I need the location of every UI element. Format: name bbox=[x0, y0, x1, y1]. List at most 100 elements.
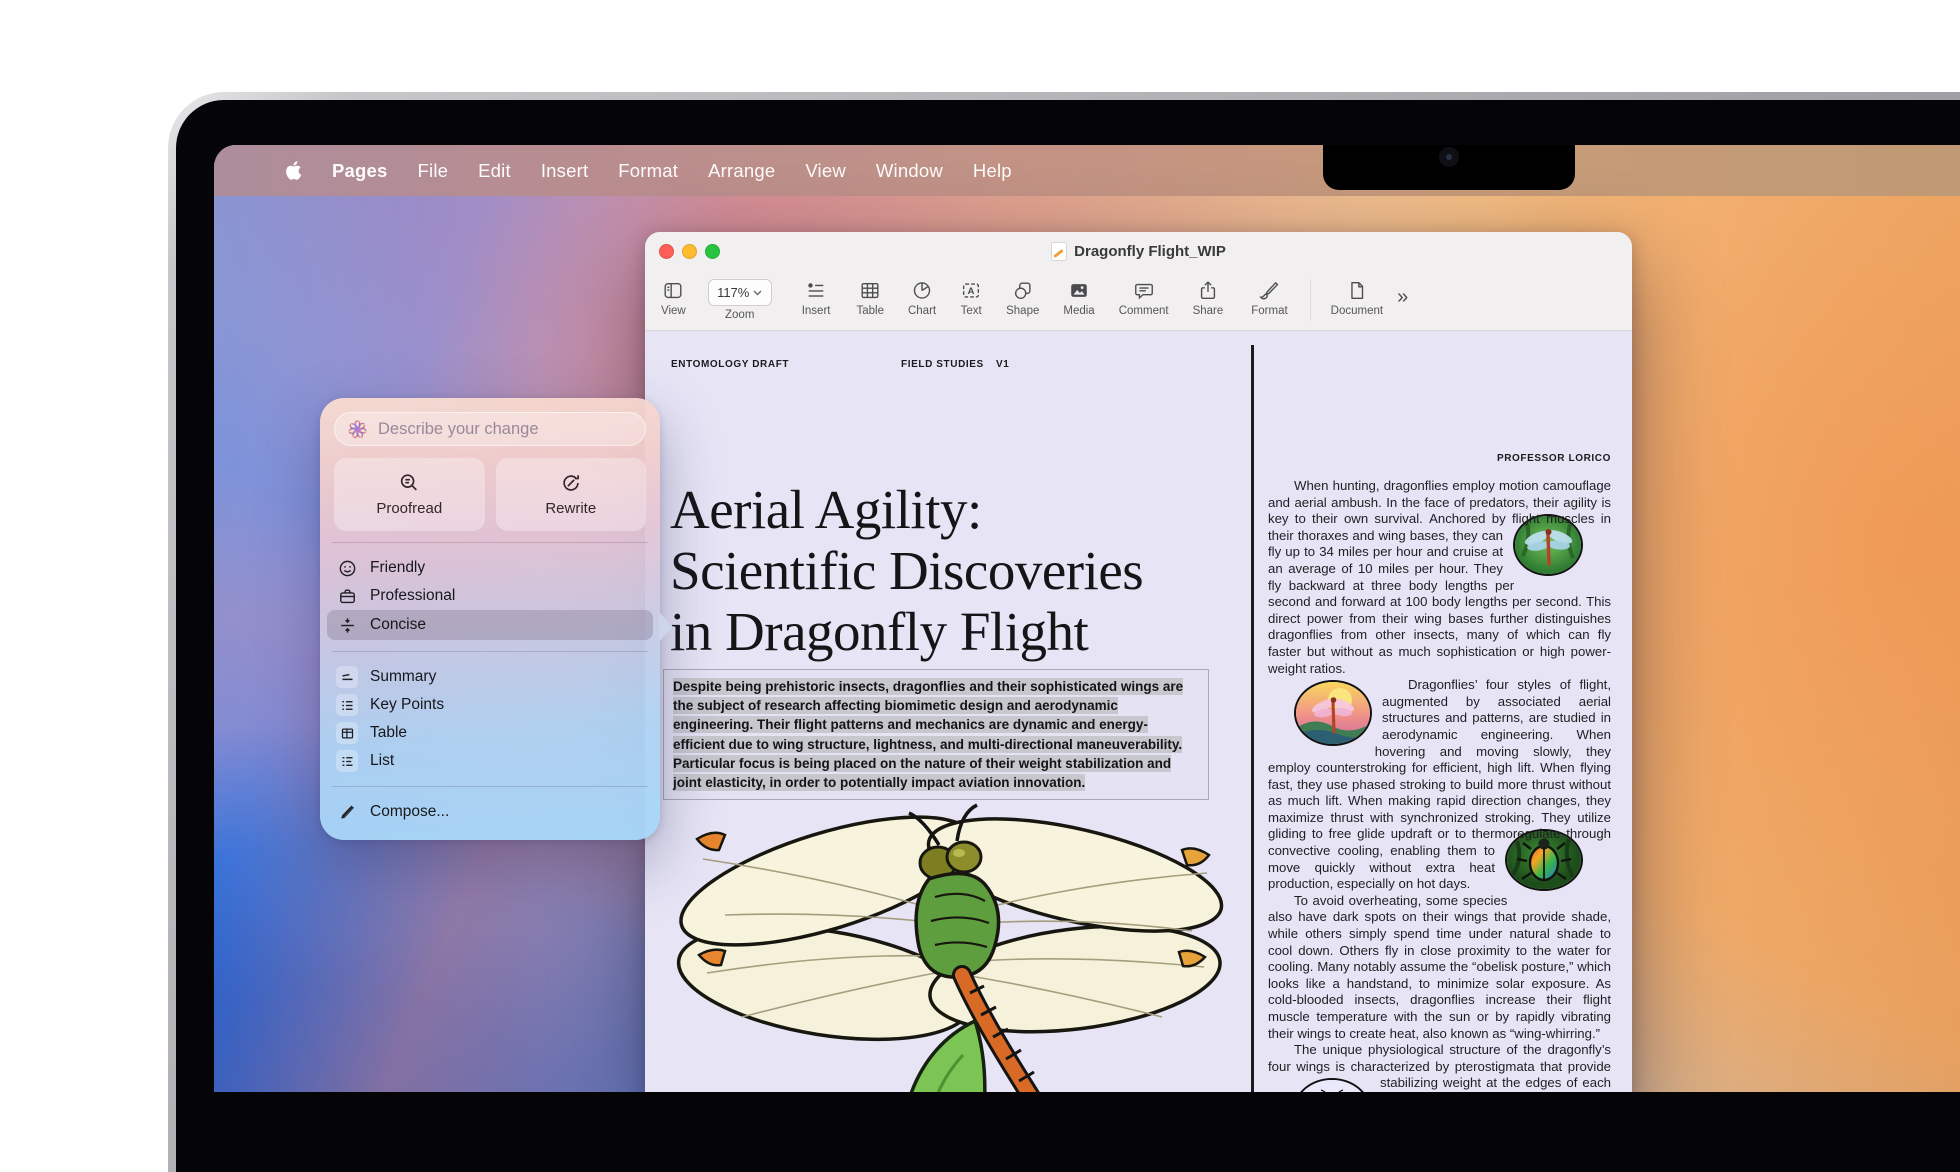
table-label: Table bbox=[370, 724, 407, 742]
toolbar-divider bbox=[1310, 279, 1311, 321]
table-grid-icon bbox=[336, 722, 358, 744]
paragraph-2: Dragonflies’ four styles of flight, augm… bbox=[1268, 677, 1611, 893]
rewrite-label: Rewrite bbox=[545, 500, 596, 517]
friendly-label: Friendly bbox=[370, 559, 425, 577]
apple-intelligence-icon bbox=[347, 419, 368, 440]
menu-item-summary[interactable]: Summary bbox=[327, 663, 653, 691]
comment-bubble-icon bbox=[1133, 279, 1155, 302]
share-button[interactable]: Share bbox=[1193, 270, 1224, 317]
menu-item-arrange[interactable]: Arrange bbox=[708, 160, 775, 182]
summary-icon bbox=[336, 666, 358, 688]
insert-icon bbox=[805, 279, 827, 302]
share-icon bbox=[1197, 279, 1219, 302]
proofread-icon bbox=[398, 472, 420, 494]
list-label: List bbox=[370, 752, 394, 770]
compose-pencil-icon bbox=[336, 803, 358, 822]
document-canvas: ENTOMOLOGY DRAFT FIELD STUDIES V1 Aerial… bbox=[645, 331, 1632, 1092]
rewrite-icon bbox=[560, 472, 582, 494]
rewrite-button[interactable]: Rewrite bbox=[496, 458, 647, 531]
pages-window: Dragonfly Flight_WIP View 117% Zoom bbox=[645, 232, 1632, 1092]
compose-label: Compose... bbox=[370, 803, 449, 821]
media-button[interactable]: Media bbox=[1063, 270, 1094, 317]
macbook-screen: Pages File Edit Insert Format Arrange Vi… bbox=[214, 145, 1960, 1092]
dragonfly-illustration[interactable] bbox=[657, 787, 1243, 1092]
concise-label: Concise bbox=[370, 616, 426, 634]
describe-change-input[interactable] bbox=[376, 419, 633, 440]
popup-divider-3 bbox=[332, 786, 648, 787]
menu-item-file[interactable]: File bbox=[418, 160, 449, 182]
format-button[interactable]: Format bbox=[1251, 270, 1287, 317]
kicker-center: FIELD STUDIES bbox=[901, 359, 984, 370]
selected-paragraph-text: Despite being prehistoric insects, drago… bbox=[673, 678, 1183, 791]
window-titlebar[interactable]: Dragonfly Flight_WIP bbox=[645, 232, 1632, 270]
zoom-value: 117% bbox=[717, 285, 749, 300]
key-points-label: Key Points bbox=[370, 696, 444, 714]
popup-divider-2 bbox=[332, 651, 648, 652]
kicker-version: V1 bbox=[996, 359, 1009, 370]
display-notch bbox=[1323, 145, 1575, 190]
selected-paragraph[interactable]: Despite being prehistoric insects, drago… bbox=[663, 669, 1209, 800]
summary-label: Summary bbox=[370, 668, 436, 686]
menu-item-pages[interactable]: Pages bbox=[332, 160, 388, 182]
comment-button[interactable]: Comment bbox=[1119, 270, 1169, 317]
column-rule bbox=[1251, 345, 1254, 1092]
table-icon bbox=[859, 279, 881, 302]
menu-item-concise[interactable]: Concise bbox=[327, 610, 653, 640]
byline: PROFESSOR LORICO bbox=[1268, 453, 1611, 464]
body-column: PROFESSOR LORICO When hunting, dragonfli… bbox=[1268, 453, 1611, 1092]
menu-item-table[interactable]: Table bbox=[327, 719, 653, 747]
menu-item-format[interactable]: Format bbox=[618, 160, 678, 182]
kicker-left: ENTOMOLOGY DRAFT bbox=[671, 359, 789, 370]
media-image-icon bbox=[1068, 279, 1090, 302]
svg-text:A: A bbox=[968, 286, 975, 297]
insert-button[interactable]: Insert bbox=[802, 270, 831, 317]
describe-change-field[interactable] bbox=[334, 412, 646, 446]
menu-item-insert[interactable]: Insert bbox=[541, 160, 588, 182]
popup-arrow bbox=[659, 612, 673, 642]
proofread-button[interactable]: Proofread bbox=[334, 458, 485, 531]
table-button[interactable]: Table bbox=[856, 270, 884, 317]
briefcase-icon bbox=[336, 587, 358, 606]
text-button[interactable]: A Text bbox=[960, 270, 982, 317]
view-button[interactable]: View bbox=[661, 270, 686, 317]
dragonfly-art-figure[interactable] bbox=[1294, 680, 1372, 746]
sidebar-view-icon bbox=[662, 279, 684, 302]
menu-item-friendly[interactable]: Friendly bbox=[327, 554, 653, 582]
proofread-label: Proofread bbox=[376, 500, 442, 517]
paragraph-4-text-a: The unique physiological structure of th… bbox=[1268, 1042, 1611, 1074]
concise-compress-icon bbox=[336, 616, 358, 635]
popup-divider-1 bbox=[332, 542, 648, 543]
window-toolbar: View 117% Zoom Insert Table bbox=[645, 270, 1632, 331]
camera-icon bbox=[1439, 147, 1459, 167]
paragraph-3: To avoid overheating, some species also … bbox=[1268, 893, 1611, 1042]
menu-bar: Pages File Edit Insert Format Arrange Vi… bbox=[214, 145, 1960, 196]
text-box-icon: A bbox=[960, 279, 982, 302]
screenshot-root: { "menu_bar": { "items": ["Pages","File"… bbox=[0, 0, 1960, 1092]
toolbar-overflow-button[interactable]: » bbox=[1397, 270, 1408, 309]
document-button[interactable]: Document bbox=[1331, 270, 1383, 317]
list-icon bbox=[336, 750, 358, 772]
menu-item-list[interactable]: List bbox=[327, 747, 653, 775]
zoom-control[interactable]: 117% Zoom bbox=[708, 270, 772, 321]
window-title: Dragonfly Flight_WIP bbox=[1074, 243, 1226, 260]
apple-menu[interactable] bbox=[284, 160, 302, 181]
format-brush-icon bbox=[1258, 279, 1280, 302]
menu-item-professional[interactable]: Professional bbox=[327, 582, 653, 610]
menu-item-help[interactable]: Help bbox=[973, 160, 1012, 182]
chart-button[interactable]: Chart bbox=[908, 270, 936, 317]
menu-item-edit[interactable]: Edit bbox=[478, 160, 511, 182]
key-points-icon bbox=[336, 694, 358, 716]
menu-item-compose[interactable]: Compose... bbox=[327, 798, 653, 826]
pages-document-icon bbox=[1051, 242, 1067, 261]
paragraph-1: When hunting, dragonflies employ motion … bbox=[1268, 478, 1611, 677]
butterfly-figure[interactable] bbox=[1294, 1078, 1370, 1092]
shape-button[interactable]: Shape bbox=[1006, 270, 1039, 317]
menu-item-window[interactable]: Window bbox=[876, 160, 943, 182]
shapes-icon bbox=[1012, 279, 1034, 302]
menu-item-key-points[interactable]: Key Points bbox=[327, 691, 653, 719]
professional-label: Professional bbox=[370, 587, 455, 605]
paragraph-4: The unique physiological structure of th… bbox=[1268, 1042, 1611, 1092]
menu-item-view[interactable]: View bbox=[805, 160, 846, 182]
writing-tools-popup: Proofread Rewrite Friendly Professional bbox=[320, 398, 660, 840]
chevron-down-icon bbox=[753, 290, 762, 296]
